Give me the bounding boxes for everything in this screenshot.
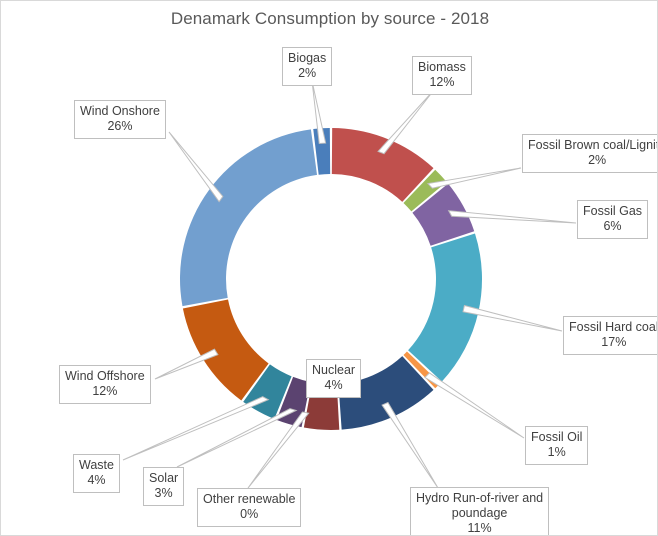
- data-label-category: Wind Onshore: [80, 104, 160, 118]
- data-label-fossil-hard-coal[interactable]: Fossil Hard coal 17%: [563, 316, 658, 355]
- data-label-percent: 6%: [603, 219, 622, 233]
- data-label-percent: 26%: [107, 119, 133, 133]
- data-label-biogas[interactable]: Biogas 2%: [282, 47, 333, 86]
- data-label-category: Wind Offshore: [65, 369, 145, 383]
- data-label-category: Biogas: [288, 51, 327, 65]
- data-label-category: Waste: [79, 458, 114, 472]
- data-label-category: Solar: [149, 471, 179, 485]
- data-label-wind-offshore[interactable]: Wind Offshore 12%: [59, 365, 151, 404]
- leader-line: [377, 89, 435, 155]
- data-label-percent: 17%: [601, 335, 627, 349]
- data-label-category: Fossil Brown coal/Lignite: [528, 138, 658, 152]
- data-label-category: Fossil Oil: [531, 430, 583, 444]
- data-label-nuclear[interactable]: Nuclear 4%: [306, 359, 362, 398]
- leader-line: [247, 411, 310, 489]
- data-label-percent: 4%: [324, 378, 343, 392]
- leader-line: [424, 372, 525, 439]
- data-label-percent: 12%: [429, 75, 455, 89]
- data-label-category: Other renewable: [203, 492, 296, 506]
- chart-container[interactable]: Denamark Consumption by source - 2018 Bi…: [0, 0, 658, 536]
- data-label-category: Nuclear: [312, 363, 356, 377]
- data-label-percent: 12%: [92, 384, 118, 398]
- data-label-category: Hydro Run-of-river and: [416, 491, 544, 505]
- data-label-percent: 1%: [547, 445, 566, 459]
- data-label-percent: 2%: [298, 66, 317, 80]
- leader-line: [176, 408, 298, 468]
- data-label-percent: 3%: [154, 486, 173, 500]
- data-label-hydro-run-of-river-and-poundage[interactable]: Hydro Run-of-river and poundage 11%: [410, 487, 550, 535]
- leader-line: [462, 304, 563, 332]
- leader-line: [381, 401, 439, 489]
- data-label-category: Fossil Hard coal: [569, 320, 658, 334]
- data-label-category: Biomass: [418, 60, 466, 74]
- data-label-percent: 11%: [467, 521, 492, 535]
- data-label-other-renewable[interactable]: Other renewable 0%: [197, 488, 302, 527]
- data-label-percent: 4%: [87, 473, 106, 487]
- leader-line: [122, 396, 270, 461]
- data-label-fossil-gas[interactable]: Fossil Gas 6%: [577, 200, 649, 239]
- data-label-percent: 2%: [588, 153, 607, 167]
- data-label-biomass[interactable]: Biomass 12%: [412, 56, 472, 95]
- data-label-category-line2: poundage: [451, 506, 508, 520]
- data-label-wind-onshore[interactable]: Wind Onshore 26%: [74, 100, 166, 139]
- data-label-percent: 0%: [240, 507, 259, 521]
- data-label-category: Fossil Gas: [583, 204, 643, 218]
- leader-line: [168, 131, 224, 203]
- doughnut-slice[interactable]: [179, 129, 318, 307]
- data-label-waste[interactable]: Waste 4%: [73, 454, 120, 493]
- data-label-solar[interactable]: Solar 3%: [143, 467, 185, 506]
- data-label-fossil-oil[interactable]: Fossil Oil 1%: [525, 426, 589, 465]
- data-label-fossil-brown-coal-lignite[interactable]: Fossil Brown coal/Lignite 2%: [522, 134, 658, 173]
